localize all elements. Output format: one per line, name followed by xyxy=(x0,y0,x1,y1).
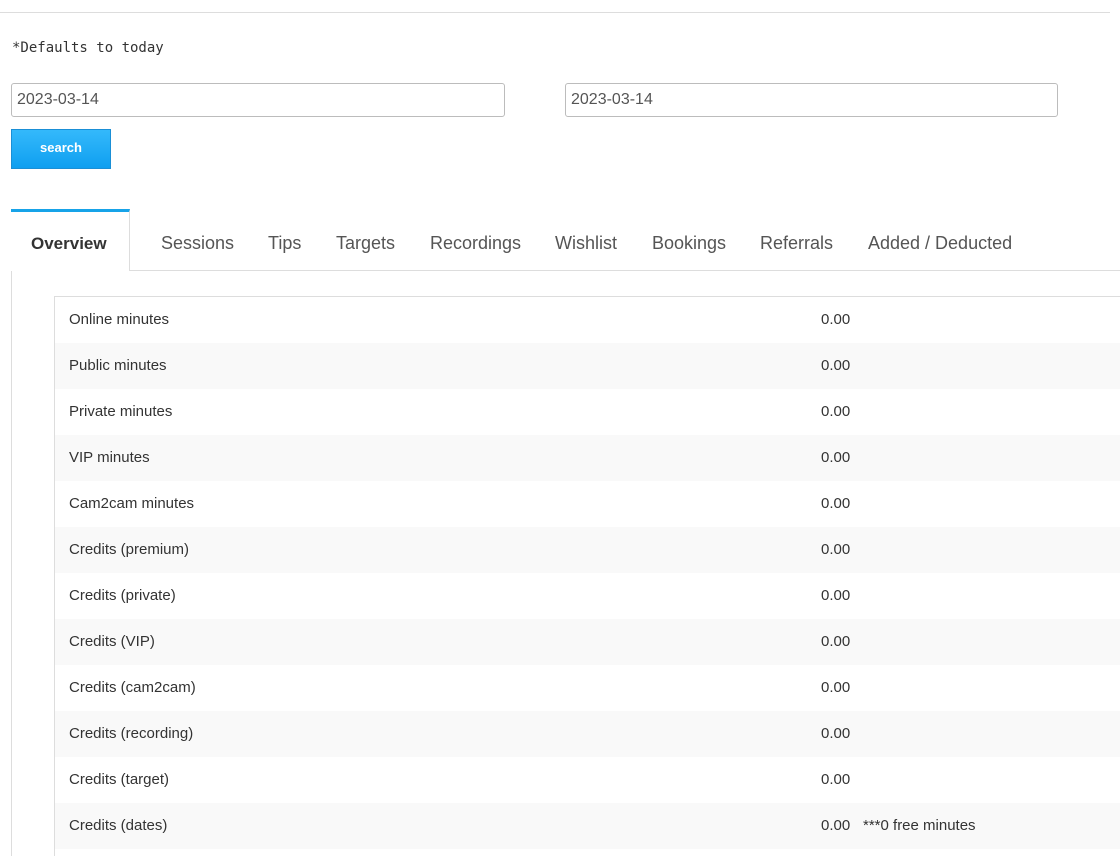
table-row: Credits (premium) 0.00 xyxy=(55,527,1120,573)
row-label: Private minutes xyxy=(69,403,173,420)
tab-wishlist[interactable]: Wishlist xyxy=(555,233,617,254)
row-value: 0.00 xyxy=(821,357,851,374)
tab-recordings[interactable]: Recordings xyxy=(430,233,521,254)
tab-tips[interactable]: Tips xyxy=(268,233,301,254)
row-value: 0.00 xyxy=(821,403,851,420)
table-row: Credits (private) 0.00 xyxy=(55,573,1120,619)
row-value: 0.00 xyxy=(821,771,851,788)
row-label: Online minutes xyxy=(69,311,170,328)
row-value: 0.00 xyxy=(821,311,851,328)
row-label: Credits (recording) xyxy=(69,725,194,742)
row-label: Credits (premium) xyxy=(69,541,190,558)
tab-bookings[interactable]: Bookings xyxy=(652,233,726,254)
row-value: 0.00 xyxy=(821,449,851,466)
table-row: Credits (target) 0.00 xyxy=(55,757,1120,803)
table-row: Cam2cam minutes 0.00 xyxy=(55,481,1120,527)
row-label: Credits (VIP) xyxy=(69,633,155,650)
table-row: Credits (recording) 0.00 xyxy=(55,711,1120,757)
tab-targets[interactable]: Targets xyxy=(336,233,395,254)
row-label: Credits (dates) xyxy=(69,817,168,834)
table-row: Credits (cam2cam) 0.00 xyxy=(55,665,1120,711)
overview-table: Online minutes 0.00 Public minutes 0.00 … xyxy=(54,296,1120,856)
row-label: Public minutes xyxy=(69,357,167,374)
tab-overview[interactable]: Overview xyxy=(11,209,130,271)
row-value: 0.00 xyxy=(821,817,851,834)
defaults-note: *Defaults to today xyxy=(12,40,164,56)
row-label: Cam2cam minutes xyxy=(69,495,195,512)
date-from-input[interactable] xyxy=(11,83,505,117)
tab-added-deducted[interactable]: Added / Deducted xyxy=(868,233,1012,254)
row-value: 0.00 xyxy=(821,587,851,604)
date-to-input[interactable] xyxy=(565,83,1058,117)
table-row: Public minutes 0.00 xyxy=(55,343,1120,389)
row-value: 0.00 xyxy=(821,633,851,650)
row-value: 0.00 xyxy=(821,725,851,742)
tabs-panel: Overview Sessions Tips Targets Recording… xyxy=(11,209,1120,856)
row-label: VIP minutes xyxy=(69,449,150,466)
tab-overview-label: Overview xyxy=(31,234,107,253)
table-row: Online minutes 0.00 xyxy=(55,297,1120,343)
table-row: VIP minutes 0.00 xyxy=(55,435,1120,481)
row-value: 0.00 xyxy=(821,679,851,696)
tab-referrals[interactable]: Referrals xyxy=(760,233,833,254)
tab-sessions[interactable]: Sessions xyxy=(161,233,234,254)
page: *Defaults to today search Overview Sessi… xyxy=(0,0,1120,856)
search-button[interactable]: search xyxy=(11,129,111,169)
row-note: ***0 free minutes xyxy=(863,817,976,834)
row-label: Credits (private) xyxy=(69,587,176,604)
table-row: Credits (dates) 0.00 ***0 free minutes xyxy=(55,803,1120,849)
row-label: Credits (cam2cam) xyxy=(69,679,196,696)
table-row: Private minutes 0.00 xyxy=(55,389,1120,435)
row-label: Credits (target) xyxy=(69,771,170,788)
row-value: 0.00 xyxy=(821,495,851,512)
tab-bar: Overview Sessions Tips Targets Recording… xyxy=(11,209,1120,271)
table-row: Credits (VIP) 0.00 xyxy=(55,619,1120,665)
top-divider xyxy=(0,12,1110,13)
row-value: 0.00 xyxy=(821,541,851,558)
